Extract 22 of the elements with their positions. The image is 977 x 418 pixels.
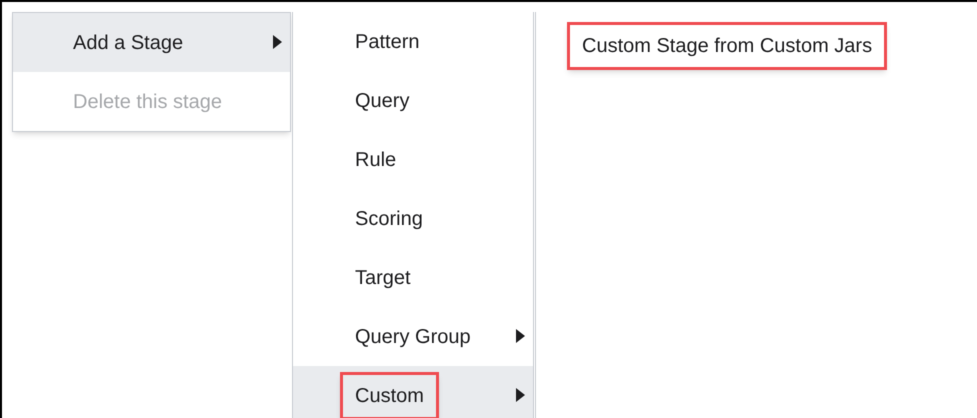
menu-label: Add a Stage <box>73 30 184 56</box>
menu-label: Query <box>355 88 410 114</box>
menu-item[interactable]: Scoring <box>293 189 533 248</box>
menu-item[interactable]: Custom <box>293 366 533 418</box>
menu-label: Scoring <box>355 206 423 232</box>
menu-label: Target <box>355 266 411 290</box>
highlight-box: Custom <box>340 372 439 418</box>
submenu-arrow-icon <box>273 35 282 49</box>
submenu-arrow-icon <box>516 388 525 402</box>
submenu-arrow-icon <box>516 329 525 343</box>
menu-label: Delete this stage <box>73 90 222 114</box>
menu-item[interactable]: Rule <box>293 130 533 189</box>
menu-item[interactable]: Pattern <box>293 12 533 71</box>
menu-label: Query Group <box>355 324 471 350</box>
menu-item[interactable]: Custom Stage from Custom Jars <box>536 12 977 71</box>
menu-item[interactable]: Target <box>293 248 533 307</box>
menu-item[interactable]: Add a Stage <box>13 13 290 72</box>
highlight-box: Custom Stage from Custom Jars <box>567 22 888 70</box>
menu-label: Pattern <box>355 30 420 54</box>
menu-item[interactable]: Query Group <box>293 307 533 366</box>
menu-label: Rule <box>355 148 396 172</box>
menu-item[interactable]: Query <box>293 71 533 130</box>
